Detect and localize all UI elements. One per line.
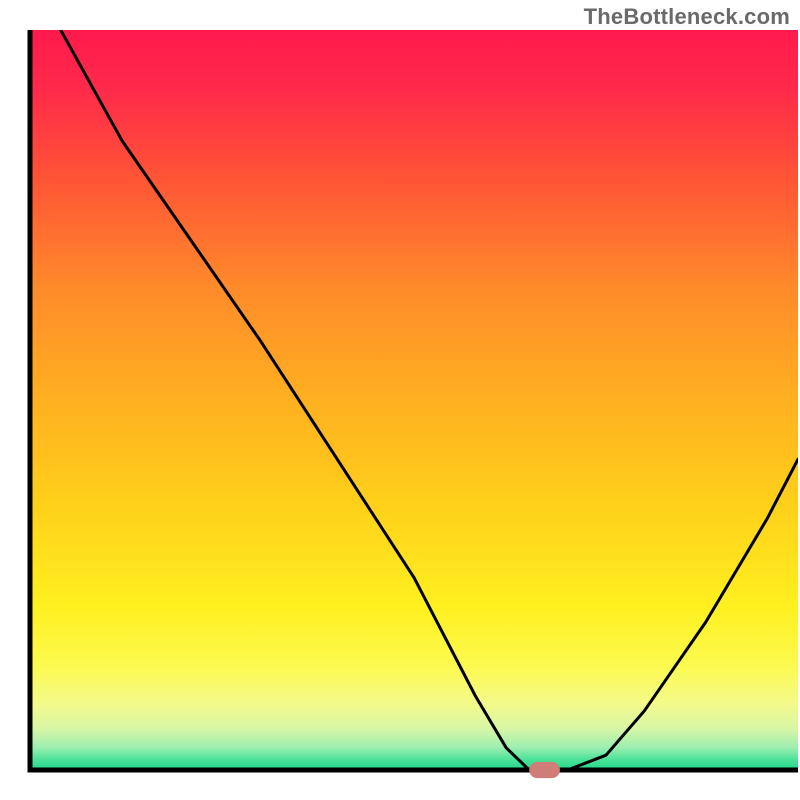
watermark-text: TheBottleneck.com [584,4,790,30]
optimal-marker [529,762,560,778]
gradient-background [30,30,798,770]
chart-stage: TheBottleneck.com [0,0,800,800]
bottleneck-chart [0,0,800,800]
